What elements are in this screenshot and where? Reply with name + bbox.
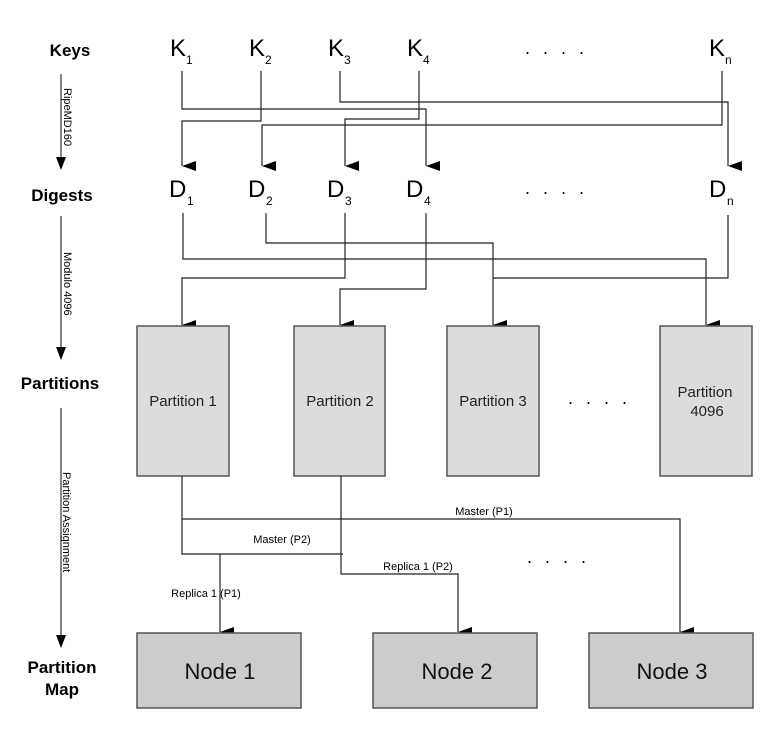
digest-sub: n: [727, 194, 734, 208]
transform-assignment-label: Partition Assignment: [60, 472, 72, 572]
modulo-wires: [181, 213, 729, 330]
stage-label-keys: Keys: [50, 41, 91, 60]
digests-row: D1 D2 D3 D4 . . . . Dn: [169, 176, 734, 208]
arrow-down-icon: [56, 635, 66, 648]
partition-label: 4096: [690, 403, 723, 420]
keys-ellipsis: . . . .: [525, 38, 588, 58]
wire-k4-d3: [344, 71, 420, 171]
key-sub: 1: [186, 53, 193, 67]
stage-label-partitions: Partitions: [21, 374, 99, 393]
nodes-row: Node 1 Node 2 Node 3: [136, 632, 754, 709]
node-label: Node 3: [637, 659, 708, 684]
partition-4096: [659, 325, 753, 477]
key-sub: 3: [344, 53, 351, 67]
key-letter: K: [170, 35, 186, 62]
transform-modulo-label: Modulo 4096: [61, 252, 73, 316]
edge-label-master-p1: Master (P1): [455, 506, 512, 518]
wire-kn-d2: [261, 71, 723, 171]
arrow-down-icon: [56, 347, 66, 360]
node-label: Node 1: [185, 659, 256, 684]
digest-letter: D: [169, 176, 186, 203]
wire-k2-d1: [181, 71, 262, 171]
digest-letter: D: [248, 176, 265, 203]
assignment-ellipsis: . . . .: [527, 547, 590, 567]
wire-p2-replica-node2: [340, 476, 472, 637]
partition-label: Partition 3: [459, 393, 527, 410]
key-letter: K: [407, 35, 423, 62]
digest-sub: 3: [345, 194, 352, 208]
partition-label: Partition 2: [306, 393, 374, 410]
stage-label-digests: Digests: [31, 186, 92, 205]
stage-label-partition-map-1: Partition: [28, 658, 97, 677]
wire-d4-p2: [339, 213, 427, 330]
wire-d2-p3: [265, 213, 507, 330]
digests-ellipsis: . . . .: [525, 178, 588, 198]
key-sub: n: [725, 53, 732, 67]
partitioning-diagram: Keys Digests Partitions Partition Map Ri…: [21, 35, 754, 709]
digest-sub: 4: [424, 194, 431, 208]
wire-d1-p4096: [182, 213, 720, 330]
key-letter: K: [328, 35, 344, 62]
digest-sub: 2: [266, 194, 273, 208]
digest-letter: D: [709, 176, 726, 203]
key-letter: K: [709, 35, 725, 62]
hash-wires: [181, 71, 742, 171]
partitions-row: Partition 1 Partition 2 Partition 3 . . …: [136, 325, 753, 477]
edge-label-replica1-p1: Replica 1 (P1): [171, 588, 241, 600]
digest-letter: D: [406, 176, 423, 203]
partitions-ellipsis: . . . .: [568, 388, 631, 408]
digest-letter: D: [327, 176, 344, 203]
node-label: Node 2: [422, 659, 493, 684]
stage-label-partition-map-2: Map: [45, 680, 79, 699]
wire-dn-p3: [493, 215, 729, 279]
edge-label-replica1-p2: Replica 1 (P2): [383, 561, 453, 573]
key-sub: 4: [423, 53, 430, 67]
arrow-down-icon: [56, 157, 66, 170]
key-letter: K: [249, 35, 265, 62]
partition-label: Partition 1: [149, 393, 217, 410]
partition-label: Partition: [677, 384, 732, 401]
assignment-wires: [181, 476, 694, 637]
keys-row: K1 K2 K3 K4 . . . . Kn: [170, 35, 732, 67]
wire-d3-p1: [181, 213, 346, 330]
digest-sub: 1: [187, 194, 194, 208]
edge-label-master-p2: Master (P2): [253, 534, 310, 546]
transform-hash-label: RipeMD160: [61, 88, 73, 146]
key-sub: 2: [265, 53, 272, 67]
